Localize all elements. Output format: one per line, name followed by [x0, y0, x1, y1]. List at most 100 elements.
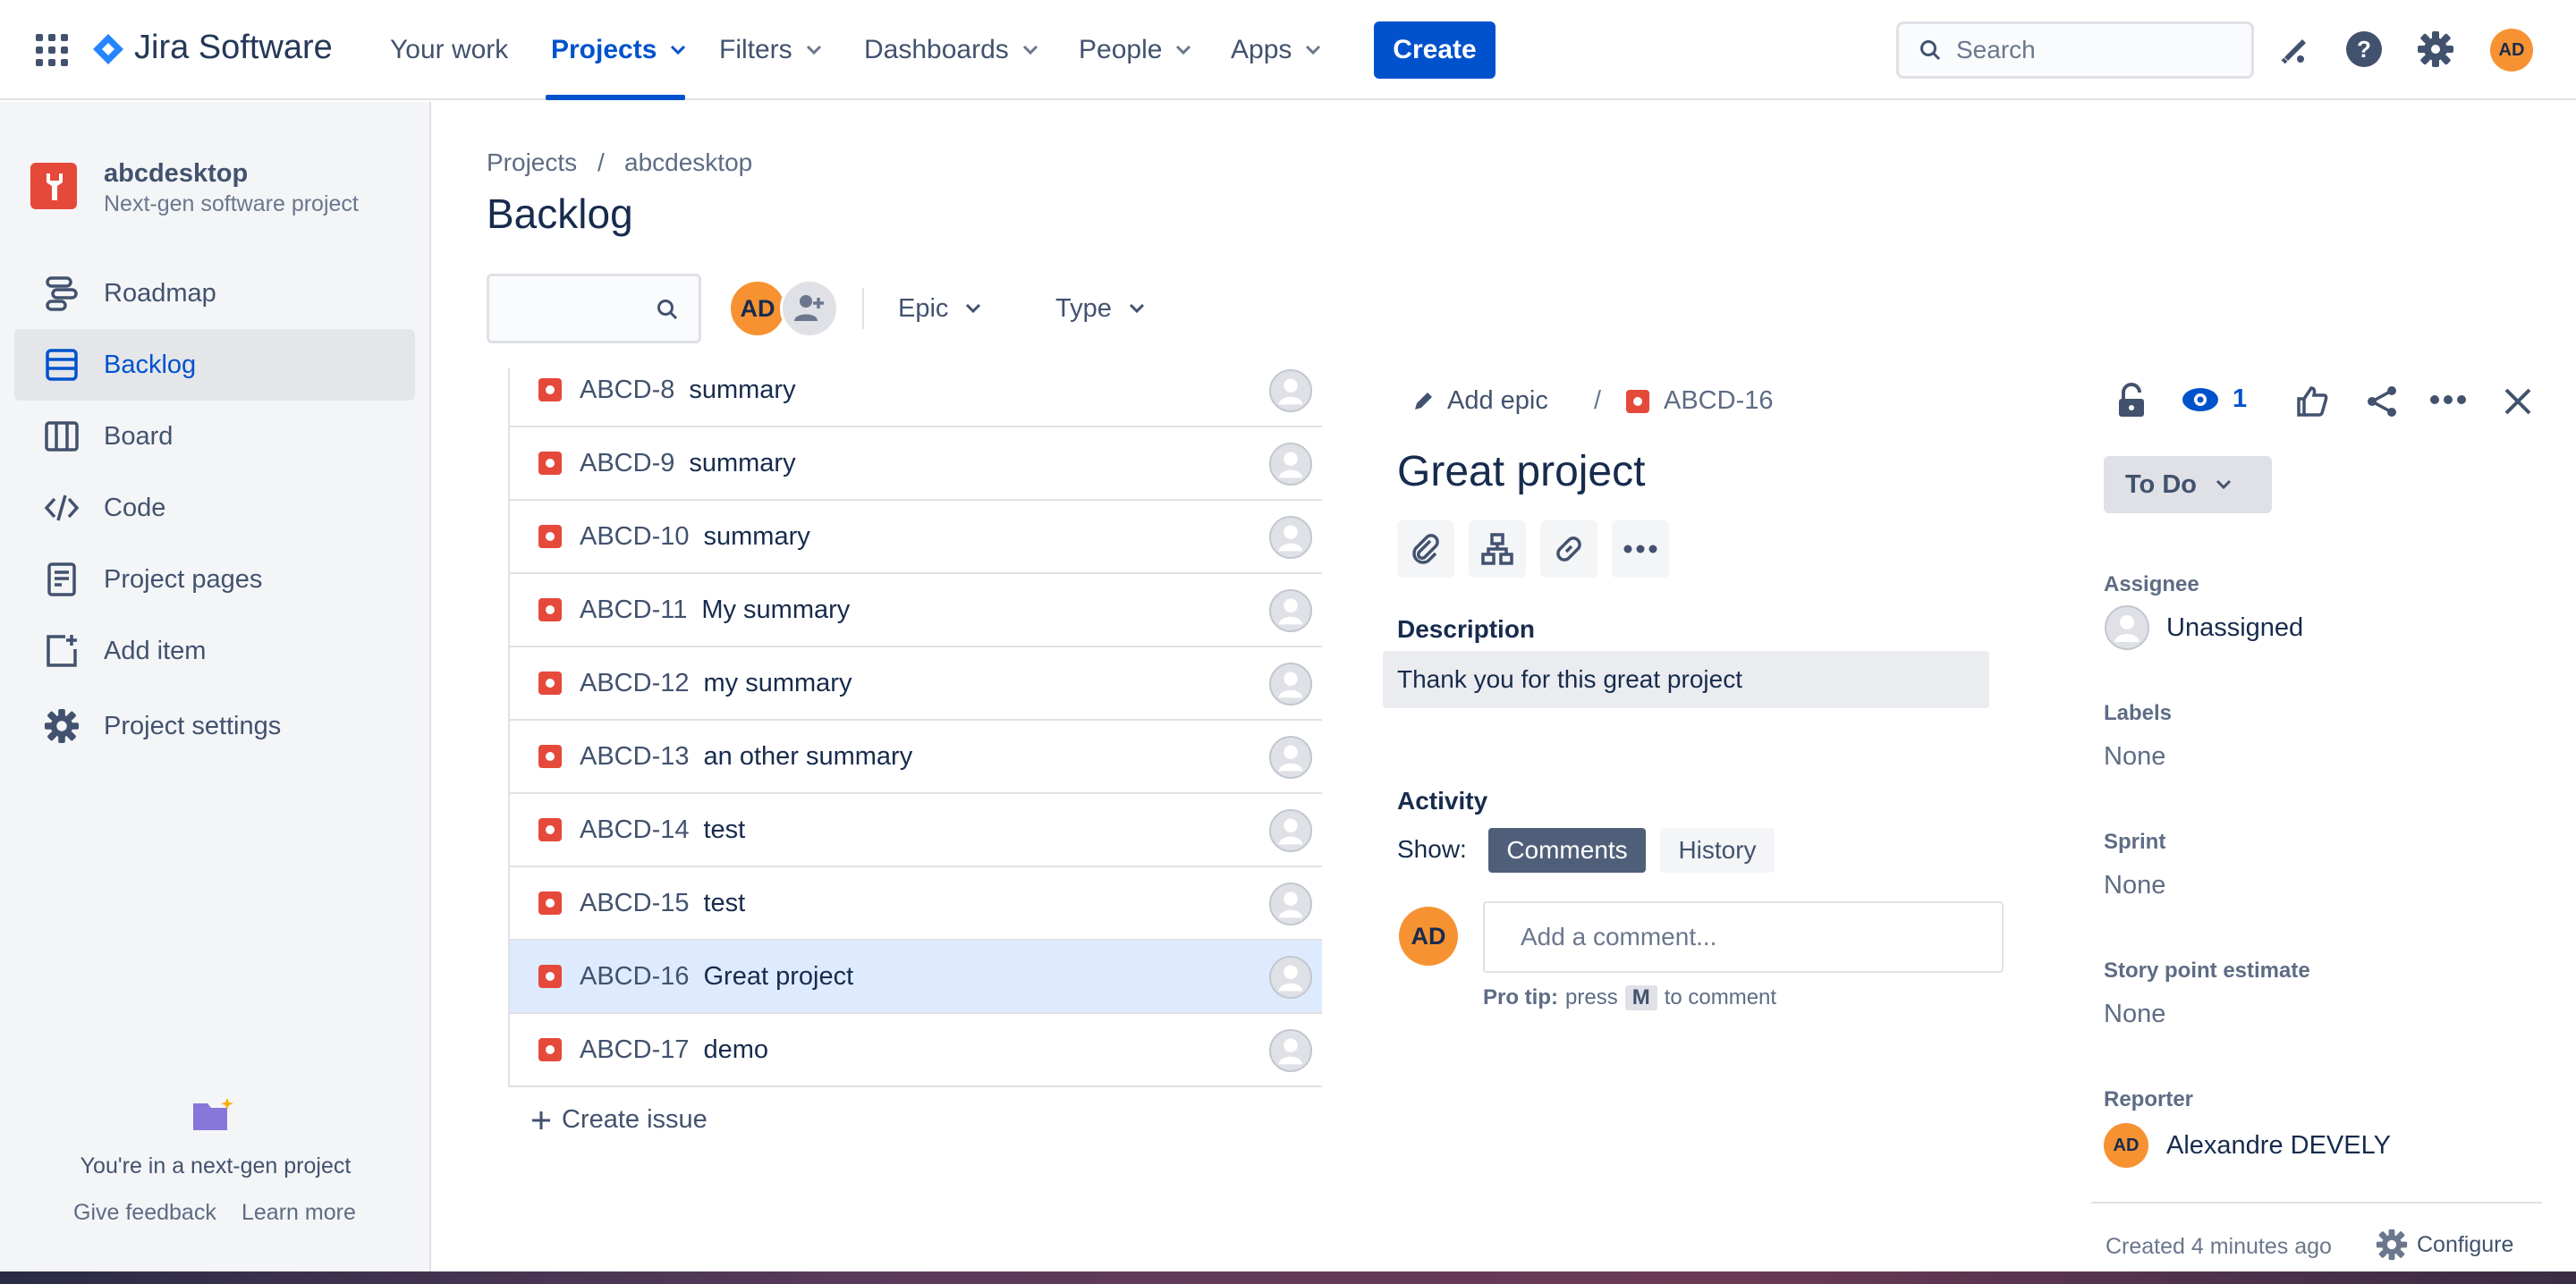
search-input[interactable]: Search: [1896, 21, 2254, 79]
unassigned-avatar-icon[interactable]: [1268, 515, 1313, 560]
description-field[interactable]: Thank you for this great project: [1383, 651, 1989, 708]
issue-row[interactable]: ABCD-17 demo: [510, 1014, 1322, 1087]
paperclip-icon: [1411, 534, 1441, 564]
settings-gear-icon: [2376, 1229, 2408, 1261]
unassigned-avatar-icon[interactable]: [1268, 368, 1313, 413]
more-actions-button[interactable]: [1612, 520, 1669, 578]
assignee-label: Assignee: [2104, 572, 2199, 596]
show-label: Show:: [1397, 835, 1467, 863]
issue-key: ABCD-11: [580, 595, 688, 624]
filter-avatar[interactable]: AD: [728, 279, 787, 338]
notifications-icon[interactable]: [2275, 32, 2311, 68]
issue-title[interactable]: Great project: [1397, 447, 1645, 496]
unassigned-avatar-icon[interactable]: [1268, 882, 1313, 926]
more-options-icon: [1623, 544, 1657, 554]
comment-input[interactable]: Add a comment...: [1483, 901, 2004, 973]
sidebar-item-board[interactable]: Board: [14, 401, 415, 472]
sidebar-item-code[interactable]: Code: [14, 472, 415, 544]
detail-footer-divider: [2091, 1202, 2542, 1204]
chevron-down-icon: [964, 302, 982, 315]
backlog-search-input[interactable]: [487, 274, 701, 343]
lock-icon[interactable]: [2116, 383, 2147, 418]
nav-projects[interactable]: Projects: [551, 0, 687, 100]
nav-dashboards[interactable]: Dashboards: [864, 0, 1039, 100]
issue-row[interactable]: ABCD-16 Great project: [510, 941, 1322, 1014]
user-avatar[interactable]: AD: [2490, 29, 2533, 72]
brand-name[interactable]: Jira Software: [134, 29, 333, 67]
link-issue-button[interactable]: [1540, 520, 1597, 578]
help-icon[interactable]: ?: [2345, 30, 2383, 68]
watch-button[interactable]: 1: [2181, 384, 2247, 414]
settings-gear-icon[interactable]: [2417, 30, 2454, 68]
epic-filter-dropdown[interactable]: Epic: [898, 274, 982, 343]
add-item-icon: [14, 633, 104, 669]
breadcrumb-projects[interactable]: Projects: [487, 148, 577, 177]
unassigned-avatar-icon[interactable]: [1268, 588, 1313, 633]
add-people-button[interactable]: [780, 279, 839, 338]
learn-more-link[interactable]: Learn more: [242, 1200, 356, 1226]
attach-button[interactable]: [1397, 520, 1454, 578]
sidebar-item-project-settings[interactable]: Project settings: [14, 690, 415, 762]
issue-row[interactable]: ABCD-12 my summary: [510, 647, 1322, 721]
app-switcher-icon[interactable]: [36, 34, 68, 66]
issue-row[interactable]: ABCD-10 summary: [510, 501, 1322, 574]
give-feedback-link[interactable]: Give feedback: [73, 1200, 216, 1226]
sprint-field[interactable]: None: [2104, 871, 2165, 900]
unassigned-avatar-icon[interactable]: [1268, 955, 1313, 1000]
unassigned-avatar-icon[interactable]: [1268, 1028, 1313, 1073]
sidebar-item-roadmap[interactable]: Roadmap: [14, 258, 415, 329]
type-filter-dropdown[interactable]: Type: [1055, 274, 1146, 343]
bug-type-icon: [538, 818, 562, 841]
unassigned-avatar-icon[interactable]: [1268, 442, 1313, 486]
close-icon[interactable]: [2503, 386, 2533, 417]
history-tab[interactable]: History: [1660, 828, 1775, 873]
create-button[interactable]: Create: [1374, 21, 1496, 79]
bug-type-icon: [538, 598, 562, 621]
project-avatar-icon[interactable]: [30, 163, 77, 209]
detail-issue-key[interactable]: ABCD-16: [1626, 386, 1774, 416]
pencil-icon: [1411, 390, 1435, 413]
issue-row[interactable]: ABCD-14 test: [510, 794, 1322, 867]
status-dropdown[interactable]: To Do: [2104, 456, 2272, 513]
comments-tab[interactable]: Comments: [1488, 828, 1646, 873]
commenter-avatar: AD: [1399, 907, 1458, 966]
story-points-field[interactable]: None: [2104, 1000, 2165, 1029]
breadcrumb-project[interactable]: abcdesktop: [624, 148, 752, 177]
unassigned-avatar-icon[interactable]: [1268, 808, 1313, 853]
unassigned-avatar-icon[interactable]: [1268, 662, 1313, 706]
unassigned-avatar-icon[interactable]: [1268, 735, 1313, 780]
reporter-avatar: AD: [2104, 1123, 2148, 1168]
sidebar-item-backlog[interactable]: Backlog: [14, 329, 415, 401]
project-name[interactable]: abcdesktop: [104, 159, 248, 189]
issue-row[interactable]: ABCD-15 test: [510, 867, 1322, 941]
labels-field[interactable]: None: [2104, 742, 2165, 772]
issue-summary: summary: [703, 521, 810, 551]
child-issue-button[interactable]: [1469, 520, 1526, 578]
issue-summary: My summary: [701, 595, 851, 624]
reporter-field[interactable]: AD Alexandre DEVELY: [2104, 1123, 2391, 1168]
nav-people[interactable]: People: [1079, 0, 1192, 100]
issue-row[interactable]: ABCD-9 summary: [510, 427, 1322, 501]
nav-filters[interactable]: Filters: [719, 0, 823, 100]
sidebar-item-project-pages[interactable]: Project pages: [14, 544, 415, 615]
sidebar-item-add-item[interactable]: Add item: [14, 615, 415, 687]
assignee-field[interactable]: Unassigned: [2104, 604, 2303, 651]
activity-label: Activity: [1397, 787, 1488, 815]
nav-your-work[interactable]: Your work: [390, 0, 508, 100]
issue-summary: demo: [703, 1035, 769, 1064]
jira-logo-icon: [91, 32, 125, 66]
chevron-down-icon: [669, 44, 687, 56]
issue-row[interactable]: ABCD-8 summary: [510, 354, 1322, 427]
issue-row[interactable]: ABCD-13 an other summary: [510, 721, 1322, 794]
nav-apps[interactable]: Apps: [1231, 0, 1322, 100]
add-epic-button[interactable]: Add epic: [1411, 386, 1548, 416]
thumbs-up-icon[interactable]: [2295, 384, 2329, 418]
backlog-icon: [14, 347, 104, 383]
configure-button[interactable]: Configure: [2376, 1229, 2513, 1261]
create-issue-button[interactable]: Create issue: [530, 1105, 708, 1135]
story-points-label: Story point estimate: [2104, 959, 2310, 983]
issue-row[interactable]: ABCD-11 My summary: [510, 574, 1322, 647]
settings-gear-icon: [14, 708, 104, 744]
more-options-icon[interactable]: [2429, 393, 2467, 406]
share-icon[interactable]: [2365, 384, 2399, 418]
